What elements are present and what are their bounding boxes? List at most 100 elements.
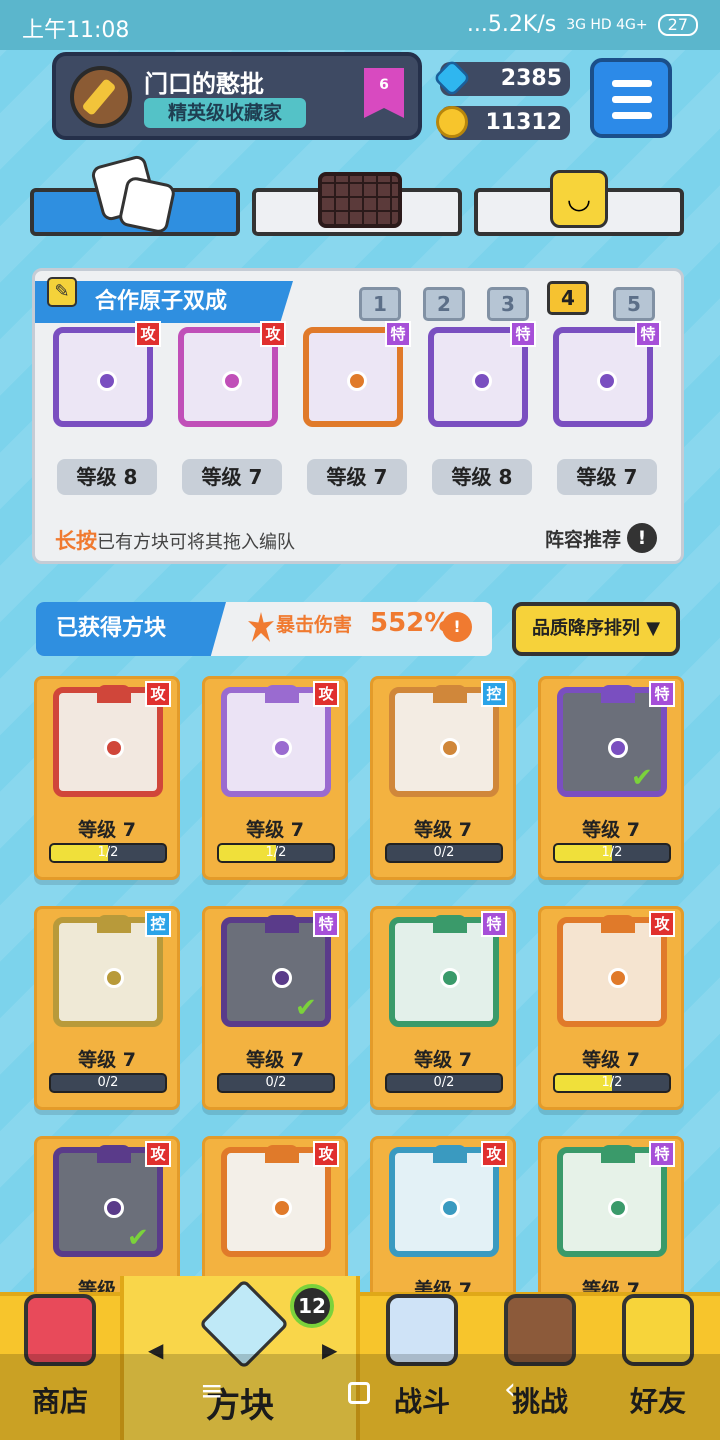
card-level: 等级 7	[414, 1049, 472, 1071]
block-card[interactable]: 控等级 7 0/2	[34, 906, 180, 1110]
dragon-horn	[265, 915, 299, 933]
progress-text: 1/2	[265, 845, 287, 860]
lineup-recommend-button[interactable]: 阵容推荐!	[545, 523, 657, 553]
block-card[interactable]: 攻等级 7 1/2	[538, 906, 684, 1110]
pip	[104, 738, 124, 758]
progress-text: 0/2	[433, 1075, 455, 1090]
status-bar: 上午11:08 ...5.2K/s 3G HD 4G+ 27	[0, 0, 720, 50]
info-icon[interactable]: !	[442, 612, 472, 642]
pip	[272, 1198, 292, 1218]
type-tag: 特	[635, 321, 661, 347]
home-icon[interactable]	[348, 1382, 370, 1404]
type-tag: 攻	[313, 681, 339, 707]
dragon-horn	[433, 685, 467, 703]
block-card[interactable]: 攻等级 7 1/2	[202, 676, 348, 880]
team-page-tab[interactable]: 5	[613, 287, 655, 321]
status-right: ...5.2K/s 3G HD 4G+ 27	[467, 12, 698, 37]
dragon-horn	[265, 1145, 299, 1163]
dragon-horn	[433, 915, 467, 933]
team-slot[interactable]: 特	[553, 321, 663, 437]
block-card[interactable]: 特等级 7 0/2	[370, 906, 516, 1110]
progress-text: 0/2	[97, 1075, 119, 1090]
type-tag: 攻	[649, 911, 675, 937]
dragon-horn	[601, 915, 635, 933]
emoji-icon: ◡	[550, 170, 608, 228]
pip	[347, 371, 367, 391]
block-card[interactable]: 攻等级 7 1/2	[34, 676, 180, 880]
profile-card[interactable]: 门口的憨批 精英级收藏家 6	[52, 52, 422, 140]
team-slot[interactable]: 特	[428, 321, 538, 437]
crit-value: 552%	[370, 608, 451, 638]
card-level: 等级 7	[246, 819, 304, 841]
status-time: 上午11:08	[22, 18, 130, 43]
rank-badge-icon[interactable]: 6	[364, 68, 404, 118]
menu-icon[interactable]: ≡	[200, 1374, 223, 1407]
pip	[440, 738, 460, 758]
progress-bar: 0/2	[385, 1073, 503, 1093]
dragon-horn	[97, 915, 131, 933]
progress-text: 1/2	[601, 1075, 623, 1090]
card-level: 等级 7	[582, 819, 640, 841]
dragon-horn	[265, 685, 299, 703]
sort-dropdown[interactable]: 品质降序排列 ▼	[512, 602, 680, 656]
check-icon: ✔	[127, 1223, 149, 1253]
type-tag: 攻	[260, 321, 286, 347]
progress-bar: 1/2	[553, 843, 671, 863]
pencil-icon[interactable]: ✎	[47, 277, 77, 307]
team-page-tab-active[interactable]: 4	[547, 281, 589, 315]
back-icon[interactable]: ‹	[504, 1372, 516, 1407]
dragon-horn	[433, 1145, 467, 1163]
hint-text: 已有方块可将其拖入编队	[97, 532, 295, 553]
type-tag: 攻	[145, 1141, 171, 1167]
card-level: 等级 7	[582, 1049, 640, 1071]
team-slot[interactable]: 特	[303, 321, 413, 437]
dragon-horn	[601, 685, 635, 703]
network-speed: ...5.2K/s	[466, 12, 557, 37]
progress-bar: 0/2	[385, 843, 503, 863]
owned-label: 已获得方块	[36, 602, 226, 656]
progress-text: 0/2	[433, 845, 455, 860]
team-slot[interactable]: 攻	[178, 321, 288, 437]
pip	[272, 738, 292, 758]
card-level: 等级 7	[246, 1049, 304, 1071]
type-tag: 攻	[145, 681, 171, 707]
pip	[608, 1198, 628, 1218]
type-tag: 特	[649, 681, 675, 707]
progress-bar: 1/2	[49, 843, 167, 863]
team-slot[interactable]: 攻	[53, 321, 163, 437]
hint-key: 长按	[55, 529, 97, 553]
menu-button[interactable]	[590, 58, 672, 138]
avatar[interactable]	[70, 66, 132, 128]
dragon-horn	[97, 1145, 131, 1163]
progress-text: 0/2	[265, 1075, 287, 1090]
team-page-tab[interactable]: 3	[487, 287, 529, 321]
card-level: 等级 7	[78, 819, 136, 841]
blocks-count-badge: 12	[290, 1284, 334, 1328]
menu-line	[612, 80, 652, 87]
menu-line	[612, 96, 652, 103]
team-slot-level: 等级 7	[307, 459, 407, 495]
block-card[interactable]: 特 ✔ 等级 7 0/2	[202, 906, 348, 1110]
team-page-tab[interactable]: 1	[359, 287, 401, 321]
team-panel: 合作原子双成 ✎ 1 2 3 4 5 等级 8 等级 7 等级 7 等级 8 等…	[32, 268, 684, 564]
type-tag: 控	[481, 681, 507, 707]
battery-icon: 27	[657, 13, 698, 36]
pip	[472, 371, 492, 391]
block-card[interactable]: 特 ✔ 等级 7 1/2	[538, 676, 684, 880]
type-tag: 攻	[313, 1141, 339, 1167]
type-tag: 特	[510, 321, 536, 347]
team-slot-level: 等级 7	[182, 459, 282, 495]
coin-icon	[436, 106, 468, 138]
block-card[interactable]: 控等级 7 0/2	[370, 676, 516, 880]
progress-bar: 0/2	[217, 1073, 335, 1093]
team-page-tab[interactable]: 2	[423, 287, 465, 321]
progress-bar: 0/2	[49, 1073, 167, 1093]
board-icon	[318, 172, 402, 228]
team-slot-level: 等级 8	[432, 459, 532, 495]
lineup-label: 阵容推荐	[544, 528, 621, 551]
progress-text: 1/2	[601, 845, 623, 860]
pip	[597, 371, 617, 391]
dragon-horn	[601, 1145, 635, 1163]
type-tag: 攻	[481, 1141, 507, 1167]
dice-icon	[117, 175, 177, 235]
